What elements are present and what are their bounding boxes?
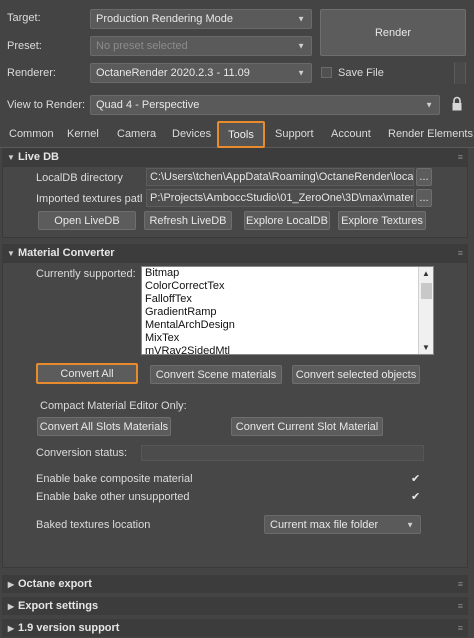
live-db-header[interactable]: ▼ Live DB ≡: [2, 148, 468, 166]
list-item[interactable]: ColorCorrectTex: [142, 280, 433, 293]
scroll-up-icon[interactable]: ▲: [422, 269, 430, 278]
save-file-label: Save File: [338, 67, 384, 79]
convert-current-slot-button[interactable]: Convert Current Slot Material: [231, 417, 383, 436]
tab-account[interactable]: Account: [331, 128, 371, 140]
collapse-triangle-icon: ▼: [7, 248, 15, 258]
conversion-status-label: Conversion status:: [36, 447, 128, 459]
chevron-down-icon: ▼: [425, 100, 433, 110]
localdb-field[interactable]: C:\Users\tchen\AppData\Roaming\OctaneRen…: [146, 168, 414, 186]
expand-triangle-icon: ▶: [7, 623, 15, 633]
currently-supported-label: Currently supported:: [36, 268, 136, 280]
export-settings-title: Export settings: [18, 600, 99, 612]
tab-render-elements[interactable]: Render Elements: [388, 128, 473, 140]
localdb-label: LocalDB directory: [36, 172, 123, 184]
chevron-down-icon: ▼: [297, 41, 305, 51]
list-item[interactable]: MentalArchDesign: [142, 319, 433, 332]
preset-dropdown[interactable]: No preset selected ▼: [90, 36, 312, 56]
tab-common[interactable]: Common: [9, 128, 54, 140]
renderer-dropdown[interactable]: OctaneRender 2020.2.3 - 11.09 ▼: [90, 63, 312, 83]
render-button[interactable]: Render: [320, 9, 466, 56]
expand-triangle-icon: ▶: [7, 601, 15, 611]
tab-devices[interactable]: Devices: [172, 128, 211, 140]
explore-localdb-button[interactable]: Explore LocalDB: [244, 211, 330, 230]
renderer-value: OctaneRender 2020.2.3 - 11.09: [96, 67, 250, 79]
open-livedb-button[interactable]: Open LiveDB: [38, 211, 136, 230]
tab-camera[interactable]: Camera: [117, 128, 156, 140]
imported-textures-label: Imported textures patl: [36, 193, 143, 205]
list-item[interactable]: MixTex: [142, 332, 433, 345]
list-item[interactable]: FalloffTex: [142, 293, 433, 306]
explore-textures-button[interactable]: Explore Textures: [338, 211, 426, 230]
target-label: Target:: [7, 12, 41, 24]
grip-icon: ≡: [457, 152, 463, 162]
bake-other-label: Enable bake other unsupported: [36, 491, 190, 503]
lock-icon[interactable]: [451, 96, 463, 112]
refresh-livedb-button[interactable]: Refresh LiveDB: [144, 211, 232, 230]
baked-location-label: Baked textures location: [36, 519, 151, 531]
compact-editor-label: Compact Material Editor Only:: [40, 400, 187, 412]
baked-location-dropdown[interactable]: Current max file folder ▼: [264, 515, 421, 534]
bake-composite-label: Enable bake composite material: [36, 473, 193, 485]
tab-tools[interactable]: Tools: [217, 121, 265, 148]
view-label: View to Render:: [7, 99, 86, 111]
list-item[interactable]: mVRay2SidedMtl: [142, 345, 433, 354]
target-value: Production Rendering Mode: [96, 13, 233, 25]
octane-export-header[interactable]: ▶ Octane export ≡: [2, 575, 468, 593]
bake-composite-checkbox[interactable]: ✔: [411, 472, 420, 485]
material-converter-title: Material Converter: [18, 247, 115, 259]
grip-icon: ≡: [457, 601, 463, 611]
material-converter-header[interactable]: ▼ Material Converter ≡: [2, 244, 468, 262]
export-settings-header[interactable]: ▶ Export settings ≡: [2, 597, 468, 615]
version-support-title: 1.9 version support: [18, 622, 120, 634]
expand-triangle-icon: ▶: [7, 579, 15, 589]
grip-icon: ≡: [457, 579, 463, 589]
supported-materials-list[interactable]: Bitmap ColorCorrectTex FalloffTex Gradie…: [141, 266, 434, 355]
preset-placeholder: No preset selected: [96, 40, 188, 52]
convert-all-slots-button[interactable]: Convert All Slots Materials: [37, 417, 171, 436]
view-value: Quad 4 - Perspective: [96, 99, 200, 111]
imported-textures-browse-button[interactable]: ...: [416, 189, 432, 207]
save-file-checkbox[interactable]: [321, 67, 332, 78]
collapse-triangle-icon: ▼: [7, 152, 15, 162]
convert-scene-materials-button[interactable]: Convert Scene materials: [150, 365, 282, 384]
target-dropdown[interactable]: Production Rendering Mode ▼: [90, 9, 312, 29]
convert-selected-objects-button[interactable]: Convert selected objects: [292, 365, 420, 384]
chevron-down-icon: ▼: [406, 520, 414, 529]
list-item[interactable]: GradientRamp: [142, 306, 433, 319]
view-dropdown[interactable]: Quad 4 - Perspective ▼: [90, 95, 440, 115]
chevron-down-icon: ▼: [297, 68, 305, 78]
scroll-down-icon[interactable]: ▼: [422, 343, 430, 352]
grip-icon: ≡: [457, 623, 463, 633]
preset-label: Preset:: [7, 40, 42, 52]
convert-all-button[interactable]: Convert All: [36, 363, 138, 384]
grip-icon: ≡: [457, 248, 463, 258]
octane-export-title: Octane export: [18, 578, 92, 590]
chevron-down-icon: ▼: [297, 14, 305, 24]
tab-kernel[interactable]: Kernel: [67, 128, 99, 140]
list-scrollbar[interactable]: ▲ ▼: [418, 267, 433, 354]
imported-textures-field[interactable]: P:\Projects\AmboccStudio\01_ZeroOne\3D\m…: [146, 189, 414, 207]
live-db-title: Live DB: [18, 151, 59, 163]
renderer-label: Renderer:: [7, 67, 56, 79]
baked-location-value: Current max file folder: [270, 518, 379, 531]
version-support-header[interactable]: ▶ 1.9 version support ≡: [2, 619, 468, 637]
tab-support[interactable]: Support: [275, 128, 314, 140]
bake-other-checkbox[interactable]: ✔: [411, 490, 420, 503]
conversion-status-field: [141, 445, 424, 461]
side-scroll-strip: [454, 62, 466, 84]
list-item[interactable]: Bitmap: [142, 267, 433, 280]
localdb-browse-button[interactable]: ...: [416, 168, 432, 186]
scrollbar-thumb[interactable]: [421, 283, 432, 299]
